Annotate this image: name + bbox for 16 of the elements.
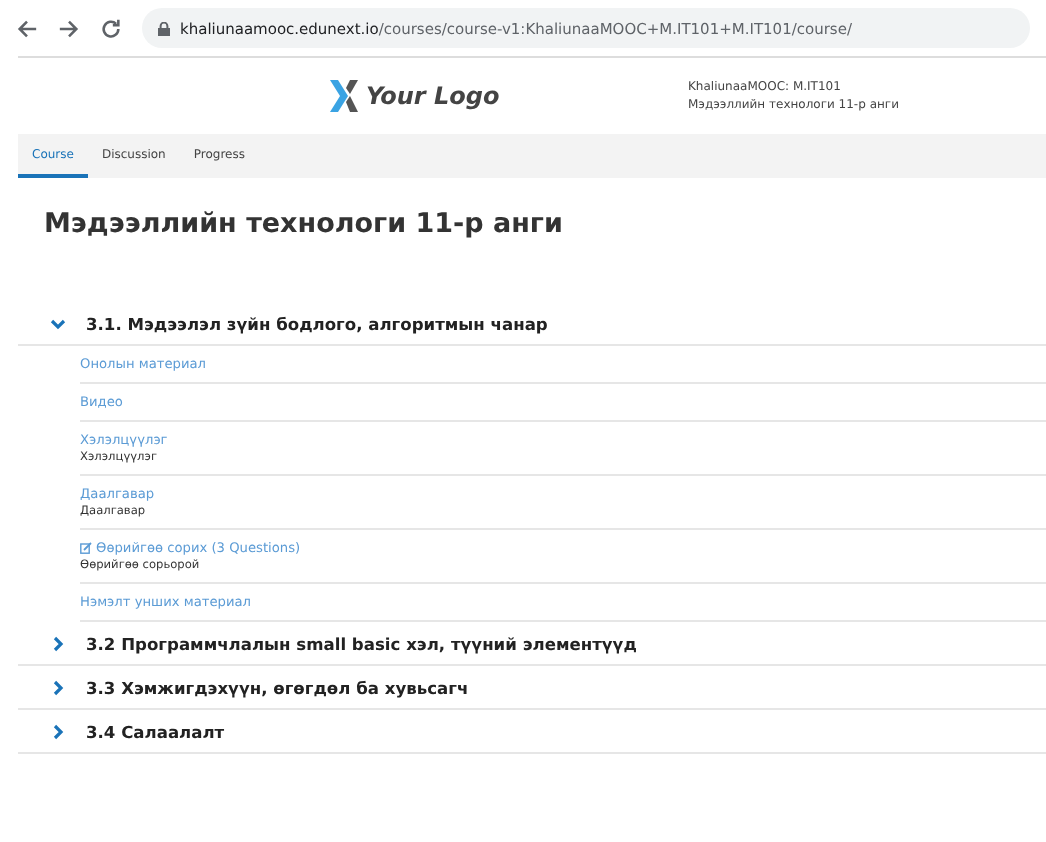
forward-icon[interactable] — [58, 17, 80, 39]
lock-icon — [158, 21, 170, 35]
reload-icon[interactable] — [100, 17, 122, 39]
page-title: Мэдээллийн технологи 11-р анги — [42, 206, 565, 244]
section-title[interactable]: 3.1. Мэдээлэл зүйн бодлого, алгоритмын чанар — [86, 313, 548, 333]
section-title[interactable]: 3.4 Салаалалт — [86, 721, 225, 741]
section-title[interactable]: 3.2 Программчлалын small basic хэл, түүний элементүүд — [86, 633, 637, 653]
chevron-icon[interactable] — [50, 315, 66, 331]
x-logo-icon — [328, 78, 360, 114]
chevron-icon[interactable] — [50, 723, 66, 739]
edit-icon — [80, 542, 92, 554]
chevron-icon[interactable] — [50, 635, 66, 651]
chevron-icon[interactable] — [50, 679, 66, 695]
logo-text: Your Logo — [366, 82, 500, 110]
back-icon[interactable] — [16, 17, 38, 39]
section-title[interactable]: 3.3 Хэмжигдэхүүн, өгөгдөл ба хувьсагч — [86, 677, 469, 697]
